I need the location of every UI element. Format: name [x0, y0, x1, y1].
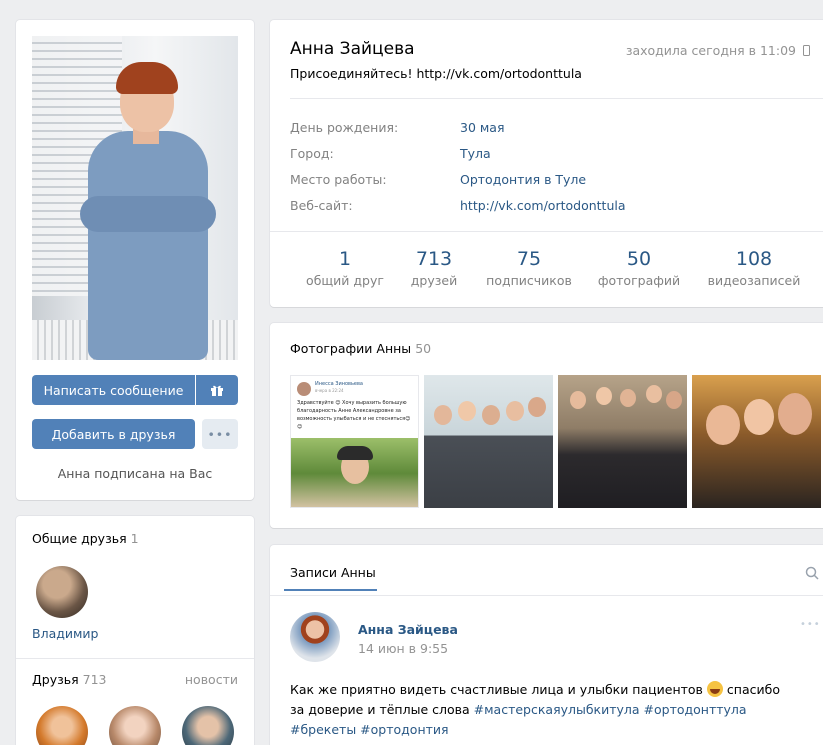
friend-avatar[interactable]	[109, 706, 161, 745]
counter-followers[interactable]: 75 подписчиков	[474, 248, 584, 288]
info-label: Место работы:	[290, 172, 387, 187]
friend-avatar[interactable]	[182, 706, 234, 745]
counter-number: 713	[415, 248, 453, 270]
photo-person	[778, 393, 812, 435]
photo-thumb[interactable]: Инесса Зиновьева вчера в 22:24 Здравству…	[290, 375, 419, 508]
photos-count: 50	[415, 341, 432, 356]
gift-icon	[211, 385, 223, 396]
avatar-card: Написать сообщение Добавить в друзья •••…	[16, 20, 254, 500]
post-text: Как же приятно видеть счастливые лица и …	[290, 680, 790, 740]
info-label: День рождения:	[290, 120, 399, 135]
friends-count: 713	[82, 672, 107, 687]
review-author: Инесса Зиновьева	[315, 381, 364, 387]
review-photo	[291, 438, 418, 507]
counter-number: 50	[626, 248, 652, 270]
photo-person	[744, 399, 774, 435]
friends-header[interactable]: Друзья 713	[32, 672, 107, 687]
photo-thumb[interactable]	[558, 375, 687, 508]
profile-photo[interactable]	[32, 36, 238, 360]
photo-thumb[interactable]	[692, 375, 821, 508]
photo-person-arms	[80, 196, 216, 232]
wall-card: Записи Анны Анна Зайцева 14 июн в 9:55 •…	[270, 545, 823, 745]
counters-divider	[270, 231, 823, 232]
friends-news-link[interactable]: новости	[185, 672, 238, 687]
photo-person	[458, 401, 476, 421]
review-author-avatar	[297, 382, 311, 396]
photo-person	[528, 397, 546, 417]
photo-person	[666, 391, 682, 409]
photo-person	[482, 405, 500, 425]
info-label: Веб-сайт:	[290, 198, 353, 213]
photo-person	[646, 385, 662, 403]
counter-label: фотографий	[597, 273, 681, 288]
photo-thumb[interactable]	[424, 375, 553, 508]
mobile-icon	[803, 45, 810, 56]
review-date: вчера в 22:24	[315, 388, 344, 393]
post-menu-button[interactable]: •••	[800, 619, 821, 630]
laughing-emoji-icon	[706, 681, 723, 697]
photos-title: Фотографии Анны	[290, 341, 412, 356]
info-value-work[interactable]: Ортодонтия в Туле	[460, 172, 586, 187]
info-value-website[interactable]: http://vk.com/ortodonttula	[460, 198, 626, 213]
post-author-name[interactable]: Анна Зайцева	[358, 622, 458, 637]
counter-number: 75	[516, 248, 542, 270]
counter-friends[interactable]: 713 друзей	[379, 248, 489, 288]
info-value-city[interactable]: Тула	[460, 146, 491, 161]
wall-divider	[270, 595, 823, 596]
review-text: Здравствуйте 😊 Хочу выразить большую бла…	[297, 400, 411, 430]
wall-tab-underline	[284, 589, 377, 591]
mutual-friends-title: Общие друзья	[32, 531, 127, 546]
review-photo-sunglasses	[337, 446, 373, 460]
post-text-before: Как же приятно видеть счастливые лица и …	[290, 682, 703, 697]
counter-label: подписчиков	[486, 273, 572, 288]
profile-status[interactable]: Присоединяйтесь! http://vk.com/ortodontt…	[290, 66, 582, 81]
more-actions-button[interactable]: •••	[202, 419, 238, 449]
photo-person	[506, 401, 524, 421]
profile-counters: 1 общий друг 713 друзей 75 подписчиков 5…	[270, 248, 823, 307]
mutual-friends-count: 1	[130, 531, 139, 546]
profile-info-card: Анна Зайцева заходила сегодня в 11:09 Пр…	[270, 20, 823, 307]
photo-person-body	[88, 131, 208, 360]
info-value-birthday[interactable]: 30 мая	[460, 120, 505, 135]
photo-person	[620, 389, 636, 407]
subscribed-note: Анна подписана на Вас	[57, 466, 213, 481]
photo-person	[570, 391, 586, 409]
search-icon[interactable]	[805, 566, 819, 580]
counter-photos[interactable]: 50 фотографий	[584, 248, 694, 288]
photo-person	[596, 387, 612, 405]
photo-person	[434, 405, 452, 425]
friends-card: Общие друзья 1 Владимир Друзья 713 новости	[16, 516, 254, 745]
friends-title: Друзья	[32, 672, 79, 687]
post-author-avatar[interactable]	[290, 612, 340, 662]
send-gift-button[interactable]	[196, 375, 238, 405]
photo-person-hair	[116, 62, 178, 94]
mutual-friends-header[interactable]: Общие друзья 1	[32, 531, 139, 546]
last-seen-status: заходила сегодня в 11:09	[626, 43, 810, 58]
info-divider	[290, 98, 823, 99]
photo-person	[706, 405, 740, 445]
wall-tab[interactable]: Записи Анны	[290, 565, 376, 580]
mutual-friend-avatar[interactable]	[36, 566, 88, 618]
counter-videos[interactable]: 108 видеозаписей	[699, 248, 809, 288]
counter-number: 108	[735, 248, 773, 270]
send-message-button[interactable]: Написать сообщение	[32, 375, 195, 405]
last-seen-text: заходила сегодня в 11:09	[625, 43, 797, 58]
add-friend-button[interactable]: Добавить в друзья	[32, 419, 195, 449]
counter-label: друзей	[410, 273, 458, 288]
friends-divider	[16, 658, 254, 659]
info-label: Город:	[290, 146, 334, 161]
photos-card: Фотографии Анны 50 Инесса Зиновьева вчера…	[270, 323, 823, 528]
friend-avatar[interactable]	[36, 706, 88, 745]
counter-label: видеозаписей	[707, 273, 801, 288]
photos-header[interactable]: Фотографии Анны 50	[290, 341, 431, 356]
profile-name: Анна Зайцева	[290, 39, 415, 59]
post-date[interactable]: 14 июн в 9:55	[358, 641, 448, 656]
mutual-friend-name[interactable]: Владимир	[32, 626, 98, 641]
